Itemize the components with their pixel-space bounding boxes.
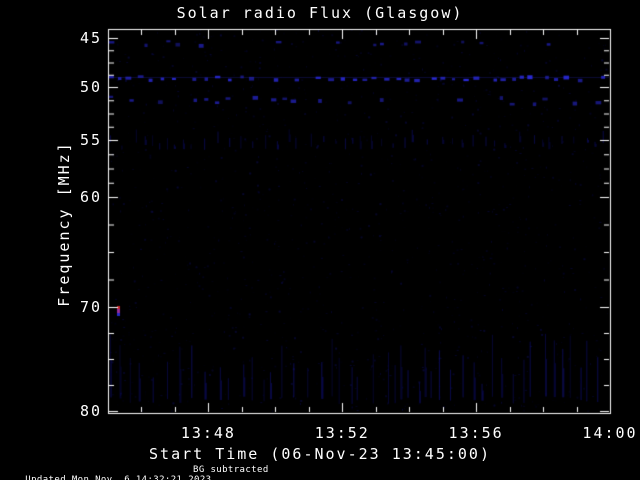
y-tick-label: 45 — [79, 29, 102, 47]
bg-subtracted-label: BG subtracted — [193, 465, 269, 475]
y-tick-label: 50 — [79, 78, 102, 96]
y-tick-label: 80 — [79, 402, 102, 420]
solar-radio-flux-window: Solar radio Flux (Glasgow) Frequency [MH… — [0, 0, 640, 480]
x-tick-label: 13:48 — [180, 424, 236, 442]
status-bar: Updated Mon Nov 6 14:32:21 2023 BG subtr… — [2, 465, 268, 480]
x-tick-label: 13:52 — [314, 424, 370, 442]
chart-title: Solar radio Flux (Glasgow) — [176, 4, 464, 22]
y-axis-title: Frequency [MHz] — [55, 141, 73, 307]
x-axis-title: Start Time (06-Nov-23 13:45:00) — [149, 445, 491, 463]
y-tick-label: 60 — [79, 188, 102, 206]
updated-timestamp: Updated Mon Nov 6 14:32:21 2023 — [25, 475, 212, 480]
y-tick-label: 70 — [79, 298, 102, 316]
y-tick-label: 55 — [79, 131, 102, 149]
x-tick-label: 13:56 — [448, 424, 504, 442]
x-tick-label: 14:00 — [582, 424, 638, 442]
